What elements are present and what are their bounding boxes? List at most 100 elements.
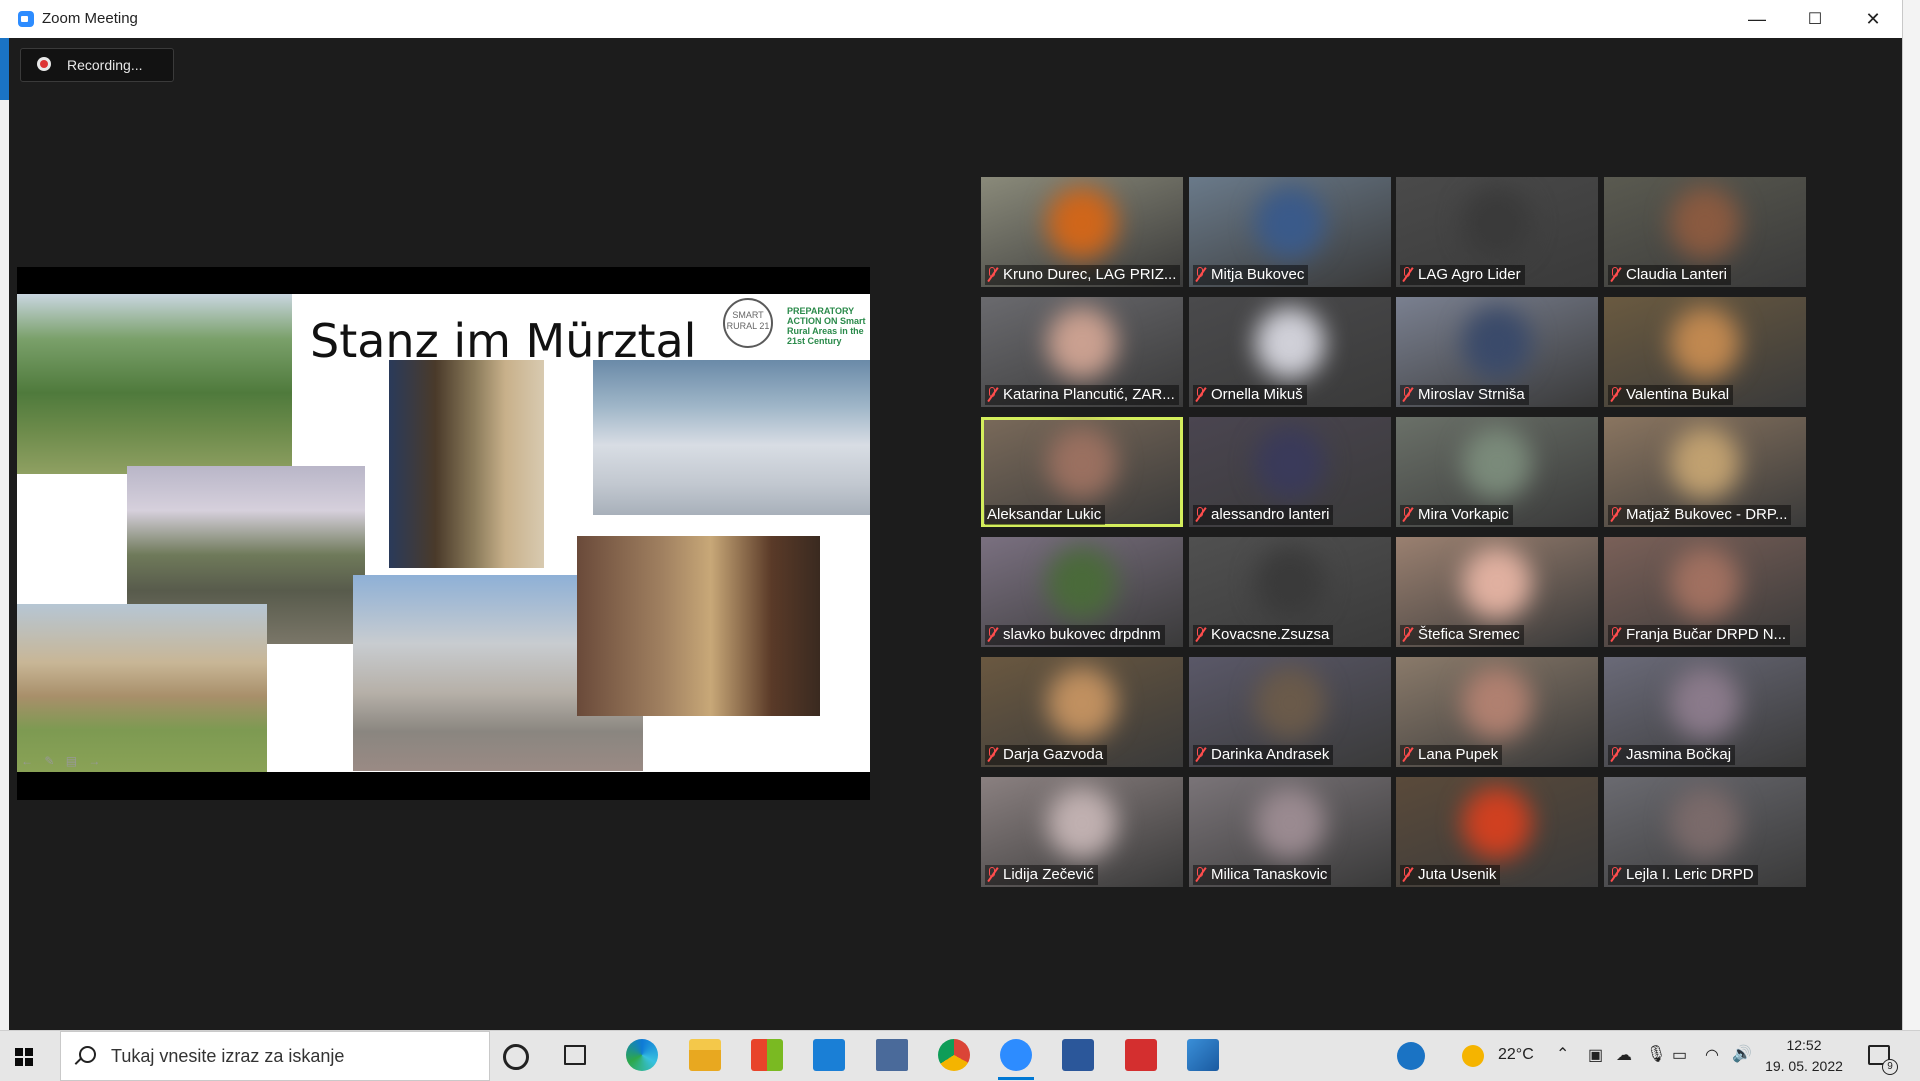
muted-mic-icon — [1402, 507, 1412, 521]
battery-icon[interactable]: ▭ — [1672, 1045, 1687, 1065]
participant-tile[interactable]: Darinka Andrasek — [1189, 657, 1391, 767]
participant-tile[interactable]: Kovacsne.Zsuzsa — [1189, 537, 1391, 647]
participant-tile[interactable]: Juta Usenik — [1396, 777, 1598, 887]
participant-tile[interactable]: Lidija Zečević — [981, 777, 1183, 887]
participant-tile[interactable]: LAG Agro Lider — [1396, 177, 1598, 287]
participant-name-label: Valentina Bukal — [1608, 385, 1734, 405]
participant-video-blur — [1462, 307, 1532, 379]
taskbar-search[interactable]: Tukaj vnesite izraz za iskanje — [60, 1031, 490, 1081]
muted-mic-icon — [1195, 747, 1205, 761]
participant-name-label: Štefica Sremec — [1400, 625, 1524, 645]
clock-date: 19. 05. 2022 — [1765, 1058, 1843, 1074]
weather-icon[interactable] — [1462, 1045, 1484, 1067]
participant-tile[interactable]: alessandro lanteri — [1189, 417, 1391, 527]
mail-icon[interactable] — [813, 1039, 845, 1071]
participant-name-label: Lidija Zečević — [985, 865, 1098, 885]
muted-mic-icon — [1195, 267, 1205, 281]
start-button[interactable] — [8, 1041, 38, 1071]
word-icon[interactable] — [1062, 1039, 1094, 1071]
participant-name: Franja Bučar DRPD N... — [1626, 626, 1787, 643]
help-icon[interactable] — [1397, 1042, 1425, 1070]
wifi-icon[interactable]: ◠ — [1705, 1045, 1719, 1065]
participant-video-blur — [1255, 787, 1325, 859]
participant-name-label: Katarina Plancutić, ZAR... — [985, 385, 1179, 405]
cortana-icon[interactable] — [503, 1044, 529, 1070]
logo-text: SMART RURAL 21 — [726, 310, 770, 331]
participant-tile[interactable]: Štefica Sremec — [1396, 537, 1598, 647]
participant-name-label: Darja Gazvoda — [985, 745, 1108, 765]
participant-tile[interactable]: Mitja Bukovec — [1189, 177, 1391, 287]
participant-tile[interactable]: Lejla I. Leric DRPD — [1604, 777, 1806, 887]
participant-tile[interactable]: Kruno Durec, LAG PRIZ... — [981, 177, 1183, 287]
participant-tile[interactable]: Jasmina Bočkaj — [1604, 657, 1806, 767]
participant-name-label: Miroslav Strniša — [1400, 385, 1529, 405]
participant-tile[interactable]: Franja Bučar DRPD N... — [1604, 537, 1806, 647]
file-explorer-icon[interactable] — [689, 1039, 721, 1071]
participant-tile[interactable]: Aleksandar Lukic — [981, 417, 1183, 527]
task-view-icon[interactable] — [564, 1045, 586, 1065]
participant-name: Ornella Mikuš — [1211, 386, 1303, 403]
muted-mic-icon — [987, 747, 997, 761]
participant-video-blur — [1462, 547, 1532, 619]
zoom-icon[interactable] — [1000, 1039, 1032, 1071]
participant-video-blur — [1255, 187, 1325, 259]
muted-mic-icon — [1195, 867, 1205, 881]
volume-icon[interactable]: 🔊 — [1732, 1044, 1752, 1064]
slide-navigation[interactable]: ← ✎ ▤ → — [21, 754, 104, 768]
muted-mic-icon — [1402, 627, 1412, 641]
participant-name: Kruno Durec, LAG PRIZ... — [1003, 266, 1177, 283]
participant-tile[interactable]: slavko bukovec drpdnm — [981, 537, 1183, 647]
recording-indicator[interactable]: Recording... — [20, 48, 174, 82]
participant-video-blur — [1047, 187, 1117, 259]
participant-tile[interactable]: Milica Tanaskovic — [1189, 777, 1391, 887]
edge-icon[interactable] — [626, 1039, 658, 1071]
chrome-icon[interactable] — [938, 1039, 970, 1071]
participant-name: Mitja Bukovec — [1211, 266, 1305, 283]
maximize-button[interactable]: ☐ — [1786, 0, 1844, 38]
participant-video-blur — [1670, 307, 1740, 379]
participant-tile[interactable]: Mira Vorkapic — [1396, 417, 1598, 527]
participant-tile[interactable]: Lana Pupek — [1396, 657, 1598, 767]
participant-tile[interactable]: Darja Gazvoda — [981, 657, 1183, 767]
muted-mic-icon — [1195, 507, 1205, 521]
participant-name: Lejla I. Leric DRPD — [1626, 866, 1754, 883]
store-icon[interactable] — [751, 1039, 783, 1071]
participant-name: Juta Usenik — [1418, 866, 1497, 883]
muted-mic-icon — [987, 267, 997, 281]
minimize-button[interactable]: — — [1728, 0, 1786, 38]
participant-name-label: Darinka Andrasek — [1193, 745, 1334, 765]
participant-video-blur — [1047, 547, 1117, 619]
photos-icon[interactable] — [1187, 1039, 1219, 1071]
window-title-bar: Zoom Meeting — ☐ ✕ — [0, 0, 1902, 39]
participant-name: Valentina Bukal — [1626, 386, 1730, 403]
meet-now-icon[interactable]: ▣ — [1588, 1045, 1603, 1065]
muted-mic-icon — [1402, 867, 1412, 881]
microphone-icon[interactable]: 🎙 — [1646, 1044, 1666, 1064]
window-left-accent — [0, 38, 9, 100]
temperature-label[interactable]: 22°C — [1498, 1046, 1534, 1064]
participant-tile[interactable]: Claudia Lanteri — [1604, 177, 1806, 287]
participant-tile[interactable]: Ornella Mikuš — [1189, 297, 1391, 407]
notification-badge: 9 — [1882, 1059, 1898, 1075]
participant-name-label: Juta Usenik — [1400, 865, 1501, 885]
participant-name: Matjaž Bukovec - DRP... — [1626, 506, 1788, 523]
participant-tile[interactable]: Miroslav Strniša — [1396, 297, 1598, 407]
acrobat-icon[interactable] — [1125, 1039, 1157, 1071]
search-placeholder: Tukaj vnesite izraz za iskanje — [111, 1046, 345, 1066]
muted-mic-icon — [1195, 387, 1205, 401]
participant-tile[interactable]: Katarina Plancutić, ZAR... — [981, 297, 1183, 407]
taskbar-clock[interactable]: 12:52 19. 05. 2022 — [1754, 1035, 1854, 1077]
participant-tile[interactable]: Matjaž Bukovec - DRP... — [1604, 417, 1806, 527]
muted-mic-icon — [987, 387, 997, 401]
participant-video-blur — [1047, 307, 1117, 379]
village-photo — [17, 294, 292, 474]
close-button[interactable]: ✕ — [1844, 0, 1902, 38]
participant-name: Kovacsne.Zsuzsa — [1211, 626, 1330, 643]
participant-video-blur — [1462, 187, 1532, 259]
participant-name-label: Mira Vorkapic — [1400, 505, 1513, 525]
chevron-up-icon[interactable]: ⌃ — [1556, 1044, 1569, 1064]
participant-video-blur — [1047, 787, 1117, 859]
participant-tile[interactable]: Valentina Bukal — [1604, 297, 1806, 407]
calculator-icon[interactable] — [876, 1039, 908, 1071]
onedrive-icon[interactable]: ☁ — [1616, 1045, 1632, 1065]
